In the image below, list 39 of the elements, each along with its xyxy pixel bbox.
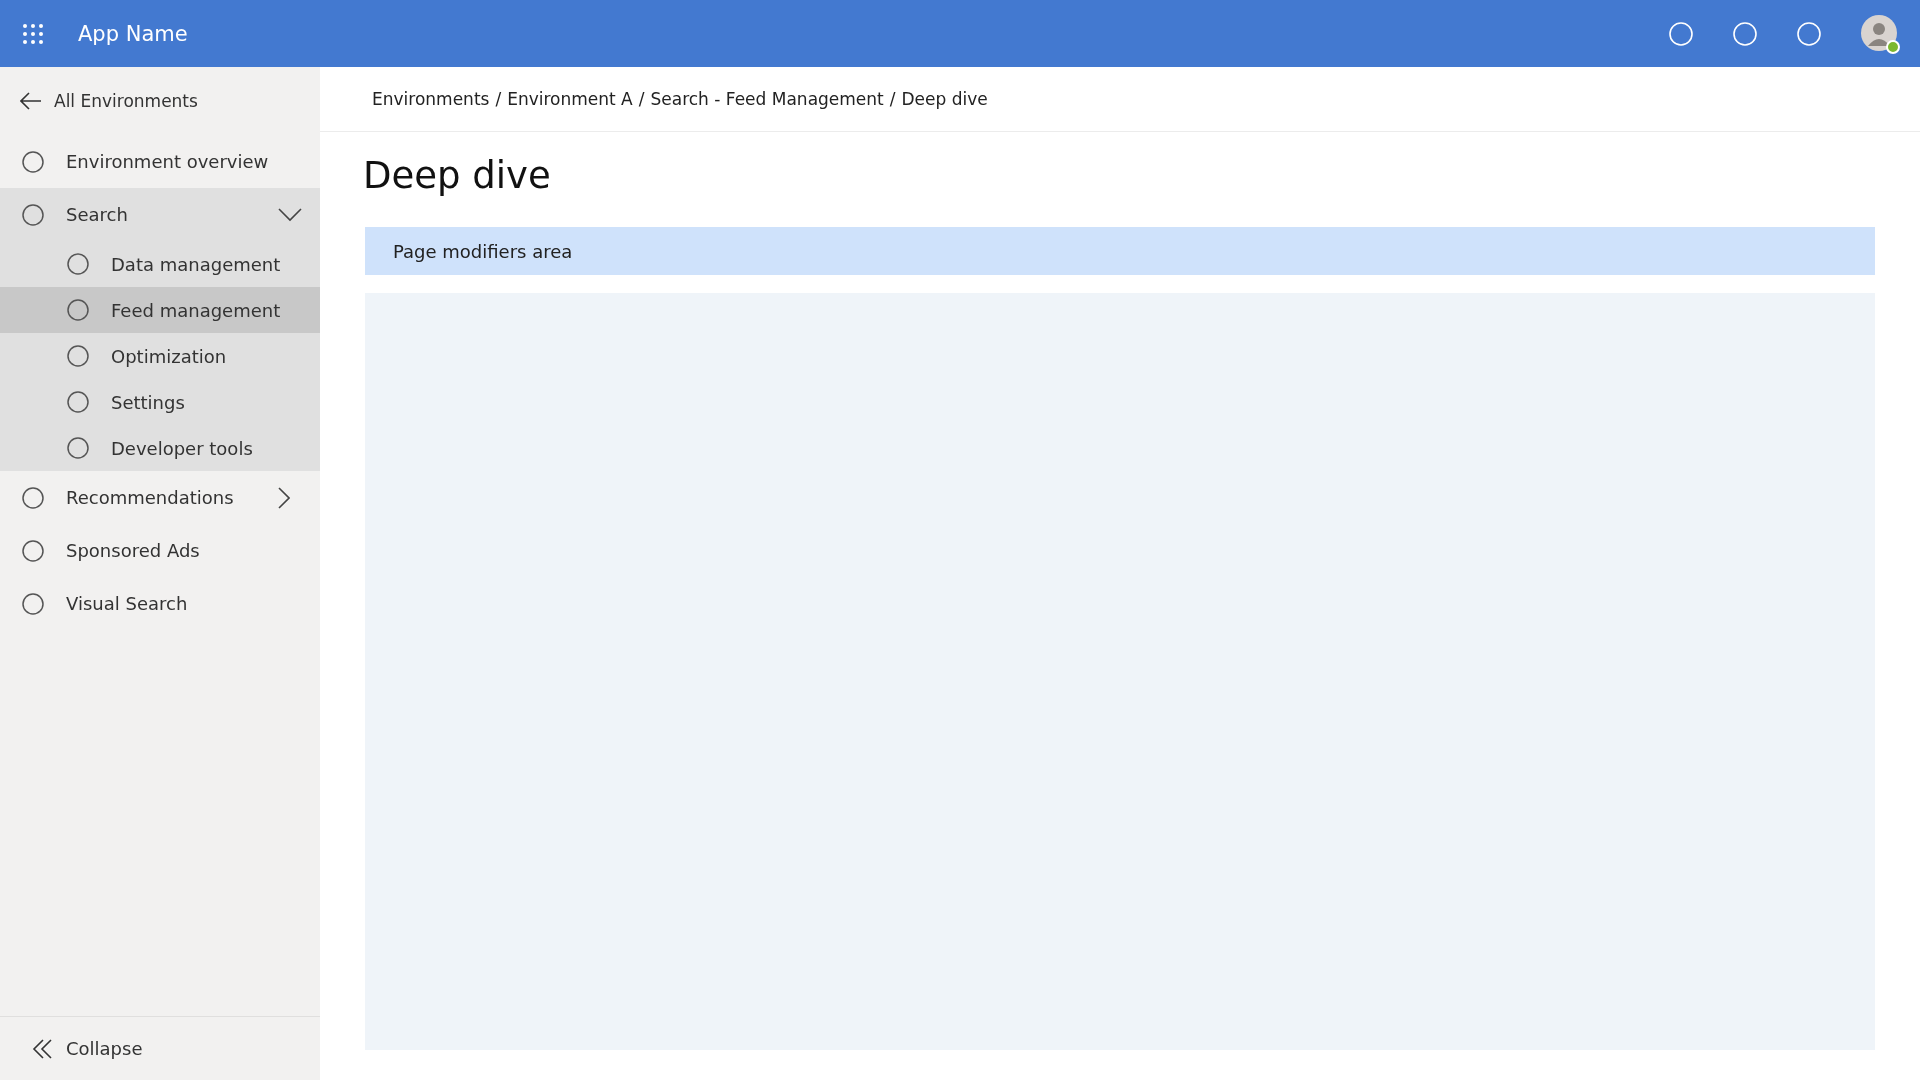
nav-item[interactable]: Developer tools	[0, 425, 320, 471]
breadcrumb-separator: /	[889, 89, 896, 109]
nav-item[interactable]: Settings	[0, 379, 320, 425]
collapse-button[interactable]: Collapse	[0, 1016, 320, 1080]
circle-icon	[22, 150, 44, 173]
circle-icon	[67, 253, 89, 275]
circle-icon	[67, 437, 89, 459]
double-chevron-left-icon	[32, 1037, 54, 1060]
breadcrumb-link[interactable]: Environment A	[507, 89, 633, 109]
circle-icon[interactable]	[1668, 20, 1694, 47]
nav-item[interactable]: Sponsored Ads	[0, 524, 320, 577]
page-title: Deep dive	[363, 154, 552, 197]
circle-icon[interactable]	[1796, 20, 1822, 47]
page-modifiers-bar: Page modifiers area	[365, 227, 1875, 275]
nav-item[interactable]: Recommendations	[0, 471, 320, 524]
circle-icon	[67, 299, 89, 321]
nav-item[interactable]: Search	[0, 188, 320, 241]
circle-icon	[22, 486, 44, 509]
breadcrumb-link[interactable]: Search - Feed Management	[650, 89, 884, 109]
nav-item[interactable]: Optimization	[0, 333, 320, 379]
app-name: App Name	[78, 21, 188, 46]
circle-icon	[22, 539, 44, 562]
nav-item[interactable]: Feed management	[0, 287, 320, 333]
app-launcher-icon[interactable]	[22, 22, 44, 45]
circle-icon	[67, 345, 89, 367]
nav-item[interactable]: Data management	[0, 241, 320, 287]
circle-icon	[22, 203, 44, 226]
circle-icon[interactable]	[1732, 20, 1758, 47]
back-arrow-icon	[20, 92, 42, 110]
circle-icon	[67, 391, 89, 413]
breadcrumb-link[interactable]: Environments	[372, 89, 490, 109]
avatar-icon[interactable]	[1860, 13, 1900, 54]
breadcrumb-link[interactable]: Deep dive	[901, 89, 988, 109]
breadcrumb-separator: /	[495, 89, 502, 109]
nav-item[interactable]: Visual Search	[0, 577, 320, 630]
circle-icon	[22, 592, 44, 615]
nav-item[interactable]: Environment overview	[0, 135, 320, 188]
breadcrumb-separator: /	[638, 89, 645, 109]
back-link[interactable]: All Environments	[0, 67, 320, 135]
